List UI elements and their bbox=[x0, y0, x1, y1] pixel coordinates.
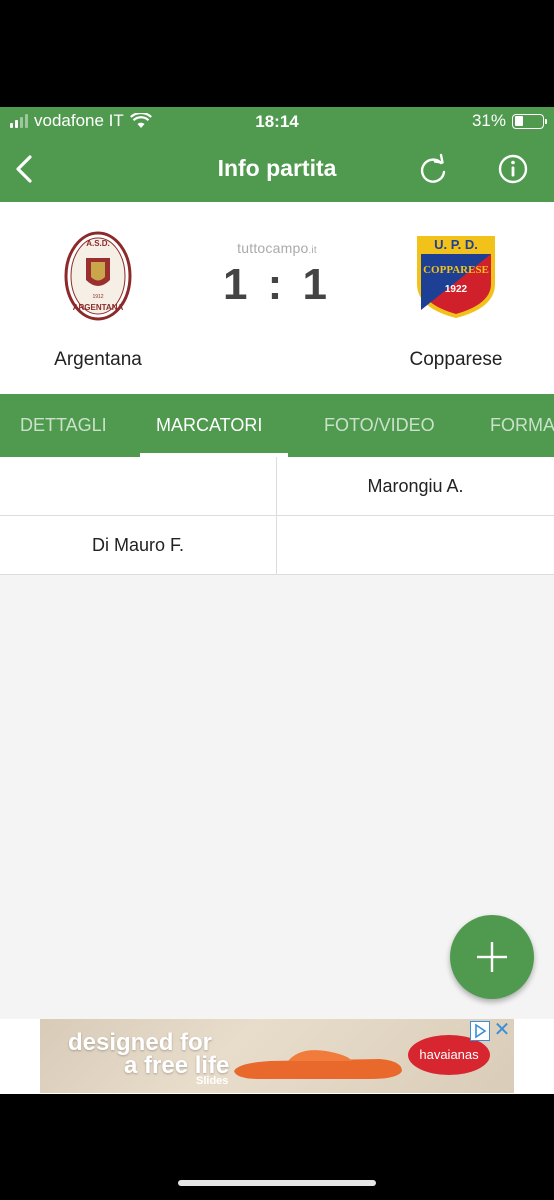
tab-foto-video[interactable]: FOTO/VIDEO bbox=[324, 394, 435, 457]
sandal-image bbox=[234, 1050, 402, 1079]
status-right: 31% bbox=[471, 111, 547, 131]
ad-banner[interactable]: designed for a free life Slides havaiana… bbox=[40, 1019, 514, 1093]
ad-banner-container: designed for a free life Slides havaiana… bbox=[0, 1019, 554, 1094]
status-time: 18:14 bbox=[255, 112, 299, 131]
away-crest-year: 1922 bbox=[445, 284, 468, 295]
ad-choices-icon[interactable] bbox=[470, 1021, 490, 1041]
tab-dettagli[interactable]: DETTAGLI bbox=[20, 394, 107, 457]
away-crest-top: U. P. D. bbox=[434, 237, 478, 252]
brand-name: tuttocampo bbox=[237, 240, 309, 256]
match-header: A.S.D. 1912 ARGENTANA Argentana tuttocam… bbox=[0, 202, 554, 394]
brand-suffix: .it bbox=[308, 245, 317, 256]
away-team-name: Copparese bbox=[409, 349, 503, 370]
tab-bar: DETTAGLI MARCATORI FOTO/VIDEO FORMAZIONI bbox=[0, 394, 554, 457]
home-scorer bbox=[0, 457, 277, 515]
page-title: Info partita bbox=[217, 155, 337, 181]
home-team-name: Argentana bbox=[54, 349, 142, 370]
brand-badge: havaianas bbox=[408, 1035, 490, 1075]
home-scorer: Di Mauro F. bbox=[0, 516, 277, 574]
battery-percent: 31% bbox=[471, 111, 506, 130]
status-bar: vodafone IT 18:14 31% bbox=[0, 107, 554, 137]
refresh-icon bbox=[420, 153, 446, 183]
app-bar: Info partita bbox=[0, 137, 554, 202]
battery-icon bbox=[512, 113, 547, 129]
tab-marcatori[interactable]: MARCATORI bbox=[156, 394, 262, 457]
plus-icon bbox=[477, 942, 507, 972]
away-scorer: Marongiu A. bbox=[367, 475, 464, 496]
close-icon[interactable]: ✕ bbox=[492, 1020, 512, 1040]
ad-subtitle: Slides bbox=[196, 1075, 229, 1087]
away-scorer bbox=[277, 516, 554, 574]
away-team[interactable]: U. P. D. COPPARESE 1922 Copparese bbox=[376, 230, 536, 371]
info-button[interactable] bbox=[494, 149, 532, 189]
top-bezel bbox=[0, 0, 554, 107]
scorer-row: Marongiu A. bbox=[0, 457, 554, 516]
away-crest-middle: COPPARESE bbox=[423, 264, 489, 276]
scorer-row: Di Mauro F. bbox=[0, 516, 554, 575]
info-icon bbox=[498, 154, 528, 184]
refresh-button[interactable] bbox=[414, 149, 452, 189]
tab-formazioni[interactable]: FORMAZIONI bbox=[490, 394, 554, 457]
home-indicator[interactable] bbox=[178, 1180, 376, 1186]
copparese-crest: U. P. D. COPPARESE 1922 bbox=[417, 236, 495, 318]
battery-fill bbox=[514, 116, 523, 126]
add-button[interactable] bbox=[450, 915, 534, 999]
